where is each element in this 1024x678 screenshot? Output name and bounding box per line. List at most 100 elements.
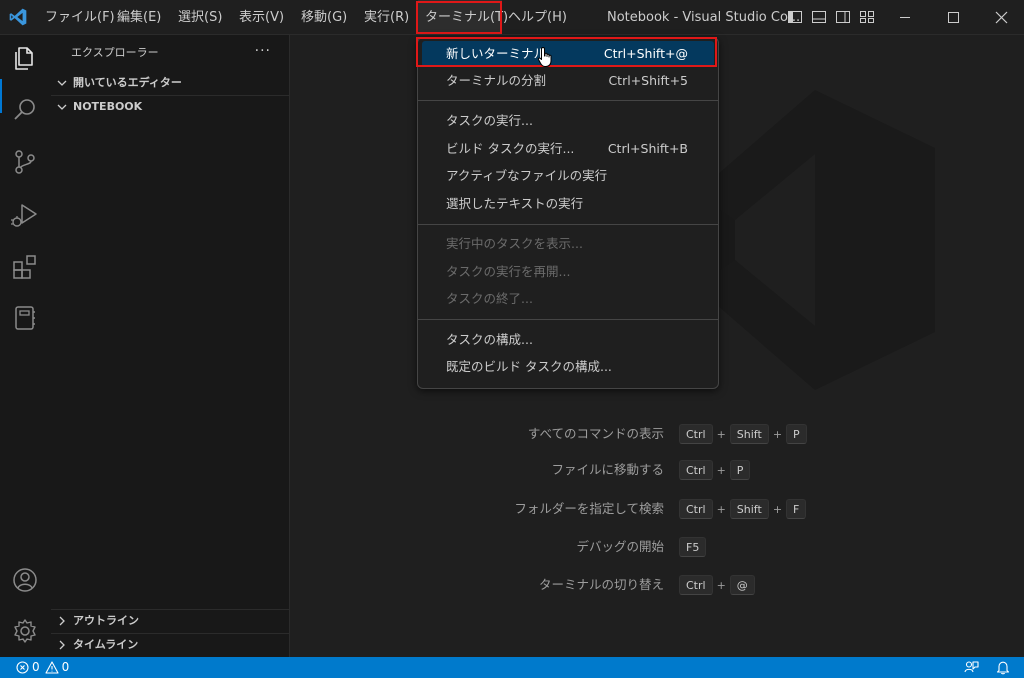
- menu-item-run-task[interactable]: タスクの実行...: [422, 108, 714, 134]
- menu-separator: [418, 100, 718, 101]
- close-icon[interactable]: [978, 0, 1024, 35]
- key-cap: P: [786, 424, 807, 444]
- run-debug-icon[interactable]: [10, 200, 40, 230]
- menu-edit[interactable]: 編集(E): [117, 0, 161, 35]
- chevron-right-icon: [59, 640, 65, 650]
- shortcut-show-all-commands: すべてのコマンドの表示 Ctrl + Shift + P: [290, 423, 1024, 445]
- key-cap: Ctrl: [679, 499, 713, 519]
- title-bar: ファイル(F) 編集(E) 選択(S) 表示(V) 移動(G) 実行(R) ター…: [0, 0, 1024, 35]
- toggle-primary-sidebar-icon[interactable]: [787, 9, 803, 25]
- menu-item-split-terminal[interactable]: ターミナルの分割 Ctrl+Shift+5: [422, 68, 714, 94]
- menu-item-run-build-task[interactable]: ビルド タスクの実行... Ctrl+Shift+B: [422, 136, 714, 162]
- menu-item-label: 新しいターミナル: [446, 46, 547, 61]
- key-plus: +: [716, 463, 726, 477]
- section-timeline-label: タイムライン: [73, 638, 139, 651]
- menu-terminal[interactable]: ターミナル(T): [418, 0, 508, 35]
- shortcut-toggle-terminal: ターミナルの切り替え Ctrl + @: [290, 574, 1024, 596]
- menu-item-label: アクティブなファイルの実行: [446, 168, 608, 183]
- vscode-logo-icon: [9, 8, 27, 26]
- extensions-icon[interactable]: [10, 252, 40, 282]
- more-actions-button[interactable]: ···: [255, 35, 271, 70]
- shortcut-label: デバッグの開始: [576, 539, 664, 554]
- account-icon[interactable]: [10, 565, 40, 595]
- chevron-right-icon: [59, 616, 65, 626]
- search-icon[interactable]: [10, 95, 40, 125]
- toggle-panel-icon[interactable]: [811, 9, 827, 25]
- menu-item-shortcut: Ctrl+Shift+@: [603, 46, 688, 61]
- section-outline[interactable]: アウトライン: [51, 610, 290, 632]
- menu-item-label: タスクの実行...: [446, 113, 533, 128]
- shortcut-start-debugging: デバッグの開始 F5: [290, 536, 1024, 558]
- notebook-icon[interactable]: [10, 303, 40, 333]
- window-title: Notebook - Visual Studio Co...: [607, 10, 801, 25]
- terminal-menu-dropdown: 新しいターミナル Ctrl+Shift+@ ターミナルの分割 Ctrl+Shif…: [417, 37, 719, 389]
- status-bar: 0 0: [0, 657, 1024, 678]
- menu-item-label: タスクの実行を再開...: [446, 264, 571, 279]
- menu-run[interactable]: 実行(R): [364, 0, 409, 35]
- chevron-down-icon: [57, 80, 67, 86]
- menu-selection[interactable]: 選択(S): [178, 0, 222, 35]
- menu-item-label: ターミナルの分割: [446, 73, 547, 88]
- menu-item-configure-default-build-task[interactable]: 既定のビルド タスクの構成...: [422, 354, 714, 380]
- live-share-feedback-icon[interactable]: [964, 660, 979, 675]
- shortcut-go-to-file: ファイルに移動する Ctrl + P: [290, 459, 1024, 481]
- chevron-down-icon: [57, 104, 67, 110]
- menu-item-label: 選択したテキストの実行: [446, 196, 584, 211]
- menu-item-label: タスクの構成...: [446, 332, 533, 347]
- warning-count: 0: [61, 660, 70, 674]
- section-timeline[interactable]: タイムライン: [51, 634, 290, 656]
- menu-file[interactable]: ファイル(F): [45, 0, 115, 35]
- key-plus: +: [772, 427, 783, 441]
- settings-gear-icon[interactable]: [10, 616, 40, 646]
- menu-item-label: 実行中のタスクを表示...: [446, 236, 583, 251]
- section-open-editors-label: 開いているエディター: [73, 76, 182, 89]
- section-outline-label: アウトライン: [73, 614, 139, 627]
- menu-item-run-selected-text[interactable]: 選択したテキストの実行: [422, 191, 714, 217]
- shortcut-keys: Ctrl + Shift + F: [679, 498, 807, 520]
- error-icon: [16, 661, 29, 674]
- error-count: 0: [32, 660, 40, 674]
- key-plus: +: [716, 502, 726, 516]
- key-plus: +: [716, 427, 726, 441]
- menu-help[interactable]: ヘルプ(H): [508, 0, 567, 35]
- customize-layout-icon[interactable]: [859, 9, 875, 25]
- minimize-icon[interactable]: [882, 0, 928, 35]
- section-notebook[interactable]: NOTEBOOK: [51, 96, 290, 118]
- menu-separator: [418, 224, 718, 225]
- section-open-editors[interactable]: 開いているエディター: [51, 72, 290, 94]
- notifications-bell-icon[interactable]: [996, 660, 1010, 675]
- hand-cursor-icon: [537, 47, 552, 67]
- menu-item-configure-tasks[interactable]: タスクの構成...: [422, 327, 714, 353]
- menu-item-shortcut: Ctrl+Shift+5: [608, 73, 688, 88]
- problems-status[interactable]: 0 0: [16, 657, 69, 678]
- key-cap: Shift: [729, 424, 769, 444]
- shortcut-keys: Ctrl + @: [679, 574, 755, 596]
- menu-item-new-terminal[interactable]: 新しいターミナル Ctrl+Shift+@: [422, 41, 714, 67]
- explorer-sidebar: エクスプローラー ··· 開いているエディター NOTEBOOK アウトライン …: [51, 35, 290, 657]
- source-control-icon[interactable]: [10, 147, 40, 177]
- shortcut-label: フォルダーを指定して検索: [514, 501, 664, 516]
- sidebar-title: エクスプローラー: [71, 46, 159, 59]
- menu-go[interactable]: 移動(G): [301, 0, 347, 35]
- key-plus: +: [772, 502, 783, 516]
- shortcut-label: ターミナルの切り替え: [538, 577, 664, 592]
- menu-view[interactable]: 表示(V): [239, 0, 284, 35]
- explorer-icon[interactable]: [10, 44, 40, 74]
- maximize-icon[interactable]: [930, 0, 976, 35]
- shortcut-keys: F5: [679, 536, 707, 558]
- key-cap: @: [729, 575, 755, 595]
- menu-item-shortcut: Ctrl+Shift+B: [607, 141, 688, 156]
- shortcut-keys: Ctrl + P: [679, 459, 751, 481]
- shortcut-label: すべてのコマンドの表示: [527, 426, 664, 441]
- menu-item-run-active-file[interactable]: アクティブなファイルの実行: [422, 163, 714, 189]
- active-indicator: [0, 79, 2, 113]
- menu-item-label: ビルド タスクの実行...: [446, 141, 575, 156]
- shortcut-label: ファイルに移動する: [551, 462, 664, 477]
- shortcut-keys: Ctrl + Shift + P: [679, 423, 807, 445]
- toggle-secondary-sidebar-icon[interactable]: [835, 9, 851, 25]
- key-cap: Ctrl: [679, 460, 713, 480]
- key-cap: F5: [679, 537, 707, 557]
- key-cap: Shift: [729, 499, 769, 519]
- menu-separator: [418, 319, 718, 320]
- activity-bar: [0, 35, 51, 657]
